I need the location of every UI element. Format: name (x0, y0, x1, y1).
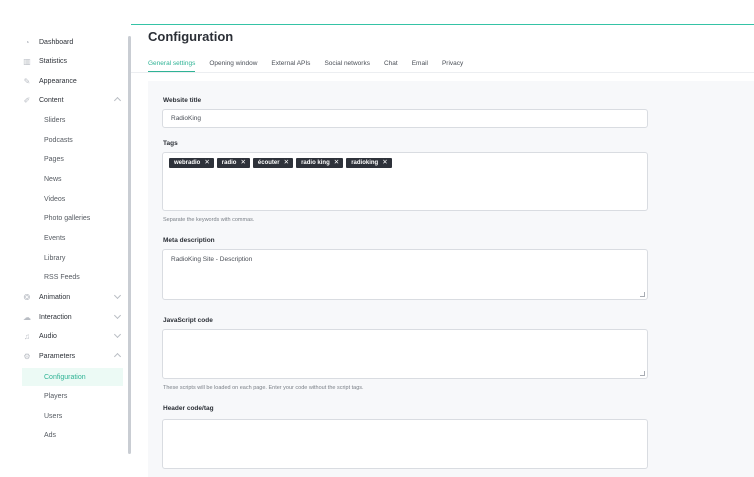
interaction-icon: ☁ (23, 312, 31, 322)
content-icon: ✐ (23, 95, 31, 105)
tag-chip: radio ✕ (216, 158, 250, 168)
sidebar-item-appearance[interactable]: ✎ Appearance (22, 72, 126, 90)
website-title-input[interactable]: RadioKing (162, 109, 648, 128)
javascript-code-label: JavaScript code (163, 317, 213, 324)
sidebar-item-photo-galleries[interactable]: Photo galleries (22, 209, 123, 227)
sidebar-item-label: Dashboard (39, 38, 74, 46)
tags-label: Tags (163, 140, 178, 147)
sidebar-item-sliders[interactable]: Sliders (22, 111, 123, 129)
close-icon[interactable]: ✕ (204, 158, 209, 168)
tags-input[interactable]: webradio ✕ radio ✕ écouter ✕ radio king ✕ ra… (162, 152, 648, 211)
sidebar-item-label: Animation (39, 293, 71, 301)
sidebar-item-ads[interactable]: Ads (22, 426, 123, 444)
sidebar-item-label: Statistics (39, 57, 68, 65)
sidebar-item-label: Parameters (39, 352, 76, 360)
sidebar-item-label: Interaction (39, 313, 72, 321)
sidebar-item-library[interactable]: Library (22, 249, 123, 267)
tab-email[interactable]: Email (412, 60, 428, 72)
javascript-help-text: These scripts will be loaded on each pag… (163, 385, 364, 391)
meta-description-label: Meta description (163, 237, 215, 244)
sidebar-item-statistics[interactable]: ▥ Statistics (22, 52, 126, 70)
close-icon[interactable]: ✕ (382, 158, 387, 168)
meta-description-textarea[interactable]: RadioKing Site - Description (162, 249, 648, 300)
tags-help-text: Separate the keywords with commas. (163, 217, 255, 223)
statistics-icon: ▥ (23, 56, 31, 66)
close-icon[interactable]: ✕ (240, 158, 245, 168)
sidebar-item-events[interactable]: Events (22, 229, 123, 247)
tab-social-networks[interactable]: Social networks (324, 60, 370, 72)
tag-chip: radioking ✕ (346, 158, 392, 168)
chevron-down-icon (113, 330, 122, 339)
sidebar-item-label: Appearance (39, 77, 77, 85)
animation-icon: ❂ (23, 292, 31, 302)
sidebar-item-configuration[interactable]: Configuration (22, 368, 123, 386)
sidebar-item-users[interactable]: Users (22, 407, 123, 425)
main-content: Configuration General settings Opening w… (131, 24, 754, 477)
sidebar: ◔ Dashboard ▥ Statistics ✎ Appearance ✐ … (0, 0, 131, 477)
tab-chat[interactable]: Chat (384, 60, 398, 72)
resize-handle-icon[interactable] (640, 292, 645, 297)
sidebar-item-pages[interactable]: Pages (22, 150, 123, 168)
sidebar-item-content[interactable]: ✐ Content (22, 91, 126, 109)
tag-chip: radio king ✕ (296, 158, 344, 168)
close-icon[interactable]: ✕ (334, 158, 339, 168)
sidebar-item-label: Content (39, 96, 64, 104)
sidebar-item-audio[interactable]: ♫ Audio (22, 327, 126, 345)
tags-list: webradio ✕ radio ✕ écouter ✕ radio king ✕ ra… (169, 158, 641, 168)
tag-chip: webradio ✕ (169, 158, 214, 168)
tab-privacy[interactable]: Privacy (442, 60, 463, 72)
chevron-down-icon (113, 311, 122, 320)
close-icon[interactable]: ✕ (284, 158, 289, 168)
tabs-divider (131, 72, 754, 73)
tag-chip: écouter ✕ (252, 158, 294, 168)
sidebar-item-podcasts[interactable]: Podcasts (22, 131, 123, 149)
settings-panel: Website title RadioKing Tags webradio ✕ r… (148, 81, 754, 477)
tab-external-apis[interactable]: External APIs (271, 60, 310, 72)
tab-opening-window[interactable]: Opening window (209, 60, 257, 72)
chevron-up-icon (113, 352, 122, 361)
sidebar-item-players[interactable]: Players (22, 387, 123, 405)
javascript-code-textarea[interactable] (162, 329, 648, 379)
sidebar-item-interaction[interactable]: ☁ Interaction (22, 308, 126, 326)
music-note-icon: ♫ (24, 331, 30, 341)
sidebar-item-videos[interactable]: Videos (22, 190, 123, 208)
dashboard-icon: ◔ (24, 37, 30, 47)
sidebar-item-animation[interactable]: ❂ Animation (22, 288, 126, 306)
tab-general-settings[interactable]: General settings (148, 60, 196, 72)
header-code-label: Header code/tag (163, 405, 214, 412)
tab-bar: General settings Opening window External… (148, 60, 477, 72)
sidebar-item-label: Audio (39, 332, 57, 340)
page-title: Configuration (148, 29, 234, 44)
sidebar-item-dashboard[interactable]: ◔ Dashboard (22, 33, 126, 51)
sidebar-item-news[interactable]: News (22, 170, 123, 188)
appearance-icon: ✎ (23, 76, 31, 86)
chevron-up-icon (113, 96, 122, 105)
sidebar-item-rss-feeds[interactable]: RSS Feeds (22, 268, 123, 286)
chevron-down-icon (113, 291, 122, 300)
gear-icon: ⚙ (23, 351, 31, 361)
website-title-label: Website title (163, 97, 202, 104)
header-code-textarea[interactable] (162, 419, 648, 469)
resize-handle-icon[interactable] (640, 371, 645, 376)
sidebar-item-parameters[interactable]: ⚙ Parameters (22, 347, 126, 365)
